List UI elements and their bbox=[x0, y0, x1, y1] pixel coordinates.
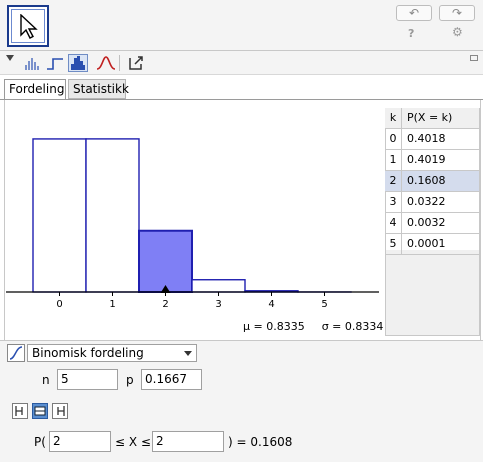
table-header: k P(X = k) bbox=[385, 108, 479, 129]
left-sided-button[interactable] bbox=[12, 403, 28, 419]
undo-icon: ↶ bbox=[408, 6, 420, 20]
header-k: k bbox=[385, 108, 402, 128]
cell-k: 4 bbox=[385, 213, 402, 233]
left-sided-icon bbox=[15, 406, 23, 416]
bar-histogram-icon bbox=[71, 56, 85, 70]
bar-k2 bbox=[138, 229, 193, 293]
chevron-down-icon bbox=[184, 351, 192, 356]
cumulative-curve-icon bbox=[9, 346, 23, 360]
x-tick-label: 2 bbox=[162, 299, 168, 310]
undo-button[interactable]: ↶ bbox=[396, 5, 432, 21]
arrow-pointer-icon bbox=[20, 14, 38, 39]
bar-k3 bbox=[191, 279, 246, 293]
bar-k1 bbox=[85, 138, 140, 293]
cell-k: 3 bbox=[385, 192, 402, 212]
probability-result: ) = 0.1608 bbox=[228, 435, 293, 449]
interval-button[interactable] bbox=[32, 403, 48, 419]
table-row[interactable]: 4 0.0032 bbox=[385, 213, 479, 234]
lower-bound-input[interactable]: 2 bbox=[49, 431, 111, 452]
gear-icon[interactable]: ⚙ bbox=[452, 25, 463, 39]
param-n-label: n bbox=[42, 373, 50, 387]
table-empty-area bbox=[385, 250, 480, 336]
export-button[interactable] bbox=[127, 54, 147, 72]
cell-p: 0.4018 bbox=[407, 132, 446, 145]
export-icon bbox=[129, 56, 143, 70]
x-tick-label: 5 bbox=[321, 299, 327, 310]
table-row[interactable]: 0 0.4018 bbox=[385, 129, 479, 150]
normal-curve-button[interactable] bbox=[96, 54, 116, 72]
bar-k0 bbox=[32, 138, 87, 293]
x-tick-label: 4 bbox=[268, 299, 274, 310]
x-tick-label: 0 bbox=[56, 299, 62, 310]
redo-icon: ↷ bbox=[451, 6, 463, 20]
interval-icon bbox=[34, 406, 46, 416]
step-graph-icon bbox=[47, 58, 63, 70]
histogram-lines-button[interactable] bbox=[22, 54, 42, 72]
mean-label: μ = 0.8335 bbox=[243, 320, 305, 333]
x-tick-label: 3 bbox=[215, 299, 221, 310]
collapse-triangle-icon[interactable] bbox=[6, 55, 14, 61]
upper-bound-input[interactable]: 2 bbox=[152, 431, 224, 452]
cell-p: 0.0001 bbox=[407, 237, 446, 250]
cell-k: 1 bbox=[385, 150, 402, 170]
help-button[interactable]: ? bbox=[408, 27, 414, 40]
toolbar-separator bbox=[119, 55, 120, 71]
distribution-select-value: Binomisk fordeling bbox=[32, 346, 144, 360]
cell-p: 0.0322 bbox=[407, 195, 446, 208]
cell-p: 0.0032 bbox=[407, 216, 446, 229]
right-sided-icon bbox=[57, 406, 65, 416]
param-n-input[interactable]: 5 bbox=[57, 369, 118, 390]
histogram-lines-icon bbox=[25, 58, 39, 70]
cell-k: 5 bbox=[385, 234, 402, 254]
cell-p: 0.1608 bbox=[407, 174, 446, 187]
table-row[interactable]: 3 0.0322 bbox=[385, 192, 479, 213]
distribution-select[interactable]: Binomisk fordeling bbox=[27, 344, 197, 362]
stats-readout: μ = 0.8335 σ = 0.8334 bbox=[243, 320, 383, 333]
probability-inequality: ≤ X ≤ bbox=[115, 435, 151, 449]
param-p-input[interactable]: 0.1667 bbox=[141, 369, 202, 390]
probability-table-grid: k P(X = k) 0 0.4018 1 0.4019 2 0.1608 3 0.03… bbox=[385, 108, 479, 255]
table-row-selected[interactable]: 2 0.1608 bbox=[385, 171, 479, 192]
table-row[interactable]: 1 0.4019 bbox=[385, 150, 479, 171]
step-graph-button[interactable] bbox=[45, 54, 65, 72]
dock-corner-icon[interactable] bbox=[470, 55, 478, 61]
cell-p: 0.4019 bbox=[407, 153, 446, 166]
header-p: P(X = k) bbox=[407, 111, 453, 124]
table-row[interactable]: 5 0.0001 bbox=[385, 234, 479, 255]
right-sided-button[interactable] bbox=[52, 403, 68, 419]
cell-k: 0 bbox=[385, 129, 402, 149]
probability-prefix: P( bbox=[34, 435, 46, 449]
bar-histogram-button[interactable] bbox=[68, 54, 88, 72]
param-p-label: p bbox=[126, 373, 134, 387]
distribution-chart: 0 1 2 3 4 5 bbox=[6, 138, 379, 310]
x-tick-label: 1 bbox=[109, 299, 115, 310]
normal-curve-icon bbox=[96, 56, 116, 70]
redo-button[interactable]: ↷ bbox=[439, 5, 475, 21]
cell-k: 2 bbox=[385, 171, 402, 191]
tab-fordeling[interactable]: Fordeling bbox=[4, 79, 66, 99]
tab-statistikk[interactable]: Statistikk bbox=[68, 79, 129, 99]
sd-label: σ = 0.8334 bbox=[321, 320, 384, 333]
cumulative-toggle-button[interactable] bbox=[7, 344, 25, 362]
move-tool-button[interactable] bbox=[7, 5, 49, 47]
